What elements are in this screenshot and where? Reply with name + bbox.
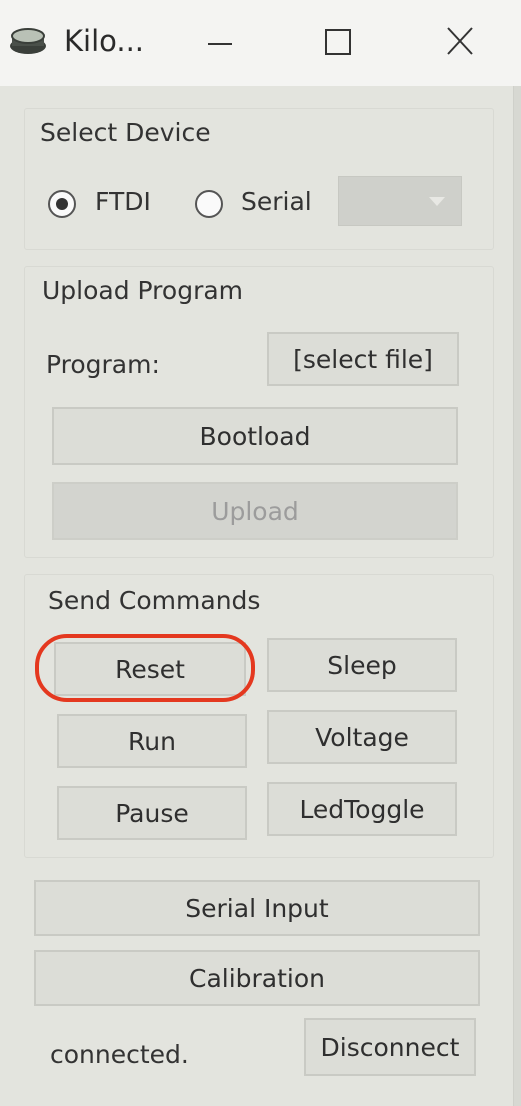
bootload-button[interactable]: Bootload xyxy=(52,407,458,465)
radio-serial[interactable] xyxy=(195,190,223,218)
program-label: Program: xyxy=(46,350,160,379)
select-file-button[interactable]: [select file] xyxy=(267,332,459,386)
upload-program-heading: Upload Program xyxy=(42,276,244,305)
send-commands-heading: Send Commands xyxy=(48,586,261,615)
reset-button[interactable]: Reset xyxy=(54,642,246,696)
radio-ftdi-label[interactable]: FTDI xyxy=(95,187,151,216)
radio-ftdi[interactable] xyxy=(48,190,76,218)
run-button[interactable]: Run xyxy=(57,714,247,768)
connection-status: connected. xyxy=(50,1040,189,1069)
pause-button[interactable]: Pause xyxy=(57,786,247,840)
select-device-heading: Select Device xyxy=(40,118,211,147)
disconnect-button[interactable]: Disconnect xyxy=(304,1018,476,1076)
close-icon xyxy=(447,27,473,55)
close-button[interactable] xyxy=(438,22,482,62)
upload-button[interactable]: Upload xyxy=(52,482,458,540)
maximize-icon xyxy=(325,29,351,55)
chevron-down-icon xyxy=(429,197,445,206)
title-bar: Kilo... xyxy=(0,0,521,86)
radio-serial-label[interactable]: Serial xyxy=(241,187,312,216)
voltage-button[interactable]: Voltage xyxy=(267,710,457,764)
app-icon xyxy=(8,24,48,60)
minimize-button[interactable] xyxy=(198,22,242,62)
minimize-icon xyxy=(208,43,232,45)
window-title: Kilo... xyxy=(64,24,145,58)
ledtoggle-button[interactable]: LedToggle xyxy=(267,782,457,836)
maximize-button[interactable] xyxy=(316,22,360,62)
port-dropdown[interactable] xyxy=(338,176,462,226)
window-edge xyxy=(513,86,521,1106)
calibration-button[interactable]: Calibration xyxy=(34,950,480,1006)
serial-input-button[interactable]: Serial Input xyxy=(34,880,480,936)
sleep-button[interactable]: Sleep xyxy=(267,638,457,692)
